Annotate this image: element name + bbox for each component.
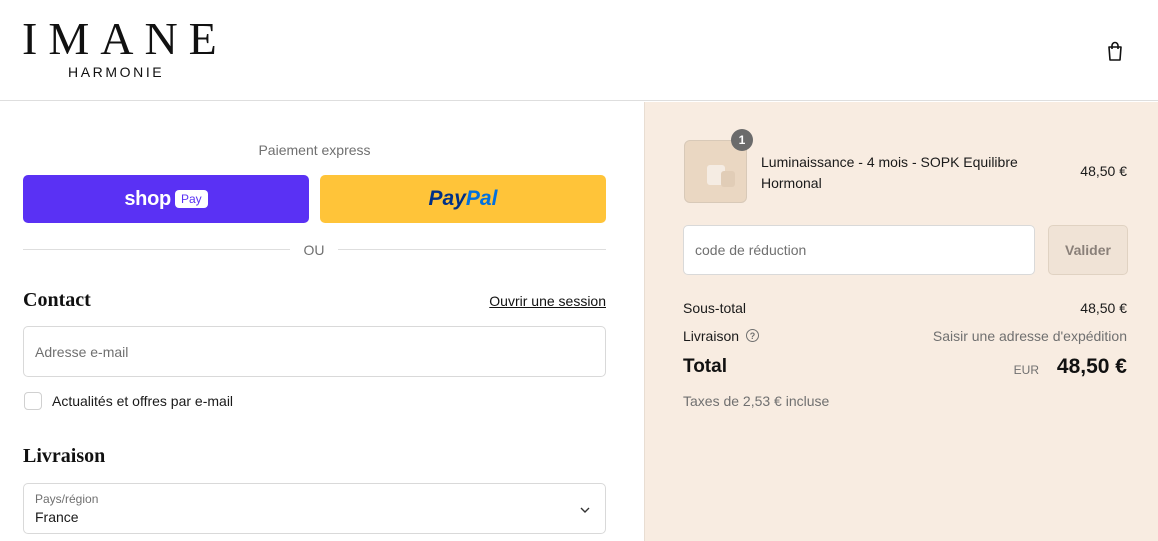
paypal-wordmark-pal: Pal xyxy=(465,187,498,210)
order-summary: 1 Luminaissance - 4 mois - SOPK Equilibr… xyxy=(644,102,1158,541)
newsletter-checkbox[interactable] xyxy=(24,392,42,410)
email-placeholder: Adresse e-mail xyxy=(35,344,129,360)
quantity-badge: 1 xyxy=(731,129,753,151)
newsletter-label: Actualités et offres par e-mail xyxy=(52,393,234,409)
login-link[interactable]: Ouvrir une session xyxy=(440,293,606,309)
product-box-image xyxy=(721,171,735,187)
email-field[interactable]: Adresse e-mail xyxy=(23,326,606,377)
country-value: France xyxy=(35,509,79,525)
subtotal-label: Sous-total xyxy=(683,300,747,316)
shopping-bag-icon[interactable] xyxy=(1104,40,1126,62)
total-label: Total xyxy=(683,356,727,377)
paypal-button[interactable]: Pay Pal xyxy=(320,175,606,223)
logo-title: IMANE xyxy=(22,13,228,64)
header: IMANE HARMONIE xyxy=(0,0,1158,101)
delivery-heading: Livraison xyxy=(23,445,106,467)
brand-logo[interactable]: IMANE HARMONIE xyxy=(22,14,232,84)
contact-heading: Contact xyxy=(23,289,91,311)
country-label: Pays/région xyxy=(35,492,99,506)
tax-note: Taxes de 2,53 € incluse xyxy=(683,393,830,409)
shop-pay-button[interactable]: shop Pay xyxy=(23,175,309,223)
logo-subtitle: HARMONIE xyxy=(68,64,165,80)
divider-right xyxy=(338,249,606,250)
country-select[interactable]: Pays/région France xyxy=(23,483,606,534)
discount-code-field[interactable]: code de réduction xyxy=(683,225,1035,275)
info-icon[interactable]: ? xyxy=(746,329,759,342)
discount-placeholder: code de réduction xyxy=(695,242,807,258)
product-name: Luminaissance - 4 mois - SOPK Equilibre … xyxy=(761,154,1018,191)
express-checkout-label: Paiement express xyxy=(258,142,371,158)
subtotal-value: 48,50 € xyxy=(1080,300,1127,316)
product-price: 48,50 € xyxy=(1080,163,1127,179)
chevron-down-icon xyxy=(580,507,590,513)
shop-pay-wordmark: shop xyxy=(124,187,171,210)
apply-discount-button[interactable]: Valider xyxy=(1048,225,1128,275)
paypal-wordmark-pay: Pay xyxy=(428,187,466,210)
shipping-value: Saisir une adresse d'expédition xyxy=(932,328,1127,344)
shop-pay-badge: Pay xyxy=(174,190,208,208)
divider-left xyxy=(23,249,290,250)
total-value: 48,50 € xyxy=(1056,355,1127,378)
or-divider-text: OU xyxy=(303,242,325,258)
total-currency: EUR xyxy=(1013,363,1039,377)
shipping-label: Livraison xyxy=(683,328,740,344)
checkout-form: Paiement express shop Pay Pay Pal OU Cont… xyxy=(0,102,644,541)
